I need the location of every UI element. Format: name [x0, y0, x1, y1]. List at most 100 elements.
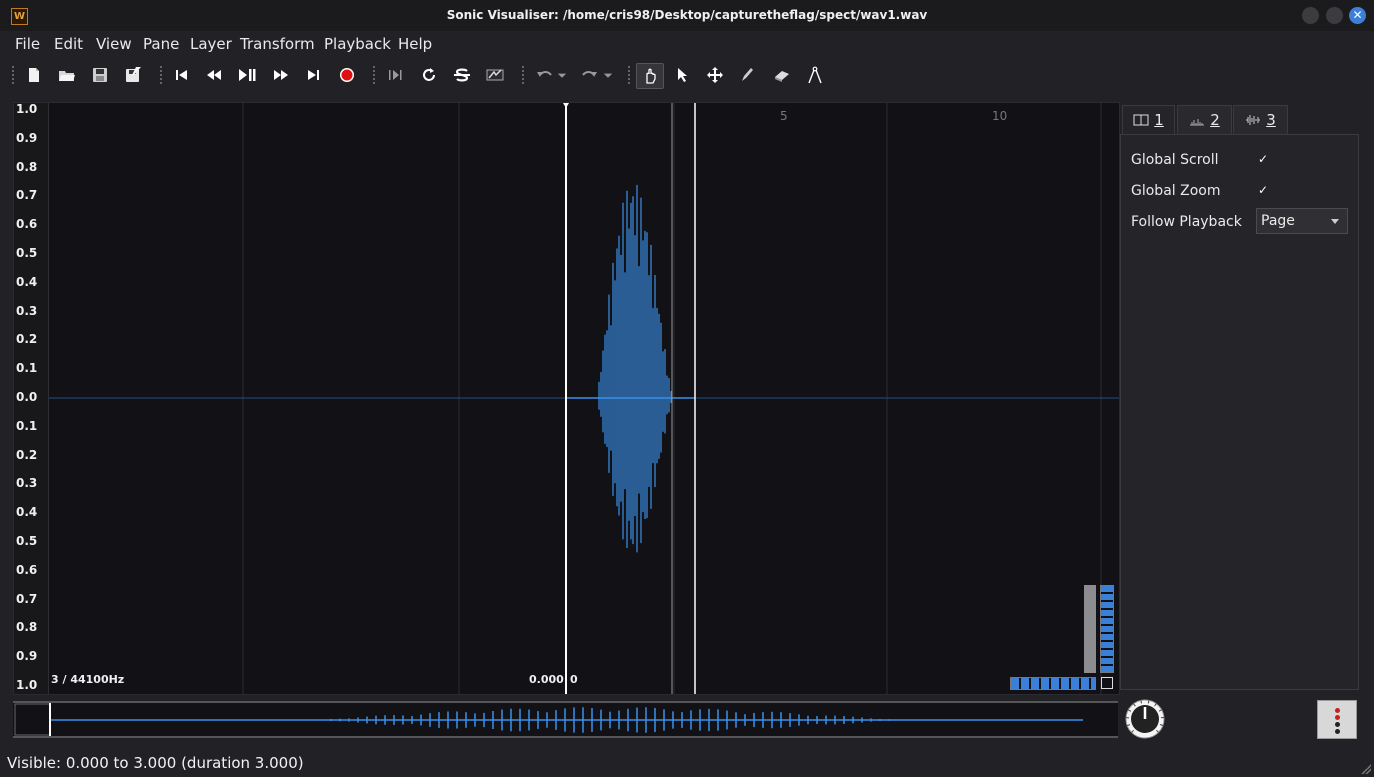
tab-spectrum[interactable]: 2 — [1177, 105, 1232, 134]
menu-help[interactable]: Help — [398, 35, 432, 53]
menu-edit[interactable]: Edit — [54, 35, 83, 53]
loop-icon[interactable] — [416, 63, 442, 87]
scale-label: 0.2 — [16, 447, 38, 462]
horizontal-zoom-wheel[interactable] — [1010, 677, 1096, 690]
toolbar-grip[interactable] — [521, 65, 525, 85]
tab-spectrum-label: 2 — [1210, 111, 1220, 129]
overview-view-box[interactable] — [14, 703, 51, 736]
tab-waveform[interactable]: 3 — [1233, 105, 1288, 134]
tab-pane[interactable]: 1 — [1122, 105, 1175, 134]
new-file-icon[interactable] — [21, 63, 47, 87]
menu-bar: File Edit View Pane Layer Transform Play… — [0, 31, 1374, 57]
constrain-playback-icon[interactable] — [383, 63, 409, 87]
position-label: 0.000 — [529, 673, 564, 686]
overview-pane[interactable] — [13, 701, 1118, 738]
scale-label: 0.6 — [16, 217, 38, 232]
level-meter — [1317, 700, 1357, 739]
pane-icon — [1133, 114, 1149, 126]
menu-transform[interactable]: Transform — [240, 35, 315, 53]
toolbar-grip[interactable] — [372, 65, 376, 85]
global-zoom-label: Global Zoom — [1131, 183, 1221, 199]
fast-forward-icon[interactable] — [268, 63, 294, 87]
draw-icon[interactable] — [735, 63, 761, 87]
tab-waveform-label: 3 — [1266, 111, 1276, 129]
menu-file[interactable]: File — [15, 35, 40, 53]
scale-label: 0.5 — [16, 246, 38, 260]
play-pause-icon[interactable] — [234, 63, 260, 87]
ruler-tick-5: 5 — [780, 109, 788, 123]
sample-rate-label: 3 / 44100Hz — [51, 673, 125, 686]
close-button[interactable]: ✕ — [1349, 7, 1366, 24]
measure-icon[interactable] — [802, 63, 828, 87]
menu-pane[interactable]: Pane — [143, 35, 179, 53]
waveform-canvas — [49, 103, 1119, 694]
frame-label: 0 — [570, 673, 578, 686]
ruler-tick-10: 10 — [992, 109, 1008, 123]
undo-icon[interactable] — [531, 63, 557, 87]
menu-view[interactable]: View — [96, 35, 132, 53]
property-panel: 1 2 3 Global Scroll ✓ Global Zoom ✓ Foll… — [1120, 102, 1360, 692]
rewind-icon[interactable] — [201, 63, 227, 87]
meter-dot — [1335, 729, 1340, 734]
amplitude-scale: 1.0 0.9 0.8 0.7 0.6 0.5 0.4 0.3 0.2 0.1 0.0 0.1 0.2 0… — [14, 102, 49, 694]
select-icon[interactable] — [669, 63, 695, 87]
toolbar — [0, 58, 1374, 92]
follow-playback-value: Page — [1261, 213, 1295, 229]
save-icon[interactable] — [87, 63, 113, 87]
zoom-reset-button[interactable] — [1101, 677, 1113, 689]
scale-label: 0.8 — [16, 159, 38, 174]
scale-label: 0.2 — [16, 332, 38, 347]
resize-grip[interactable] — [1361, 764, 1371, 774]
knob-tick — [1140, 700, 1143, 704]
scale-label: 0.9 — [16, 649, 38, 664]
speed-icon[interactable] — [482, 63, 508, 87]
fast-forward-end-icon[interactable] — [300, 63, 326, 87]
scale-label: 0.7 — [16, 188, 38, 203]
scale-label: 0.1 — [16, 361, 38, 376]
meter-dot — [1335, 715, 1340, 720]
title-bar: W Sonic Visualiser: /home/cris98/Desktop… — [0, 0, 1374, 32]
scale-label: 0.8 — [16, 620, 38, 635]
cursor-handle[interactable] — [563, 103, 569, 108]
minimize-button[interactable] — [1302, 7, 1319, 24]
redo-menu-icon[interactable] — [601, 63, 615, 87]
follow-playback-label: Follow Playback — [1131, 214, 1242, 230]
status-bar-text: Visible: 0.000 to 3.000 (duration 3.000) — [7, 754, 304, 772]
vertical-zoom-scrollbar[interactable] — [1084, 585, 1096, 673]
scale-label: 0.6 — [16, 562, 38, 577]
scale-label: 0.1 — [16, 418, 38, 433]
save-as-icon[interactable] — [120, 63, 146, 87]
menu-layer[interactable]: Layer — [190, 35, 232, 53]
global-scroll-checkbox[interactable]: ✓ — [1257, 153, 1269, 165]
solo-icon[interactable] — [449, 63, 475, 87]
scale-label: 0.3 — [16, 303, 38, 318]
playback-gain-knob[interactable] — [1124, 698, 1166, 740]
redo-icon[interactable] — [577, 63, 603, 87]
toolbar-grip[interactable] — [627, 65, 631, 85]
window-title: Sonic Visualiser: /home/cris98/Desktop/c… — [446, 8, 928, 22]
move-icon[interactable] — [702, 63, 728, 87]
maximize-button[interactable] — [1326, 7, 1343, 24]
undo-menu-icon[interactable] — [555, 63, 569, 87]
waveform-plot[interactable] — [49, 103, 1119, 694]
navigate-icon[interactable] — [636, 63, 664, 89]
toolbar-grip[interactable] — [11, 65, 15, 85]
record-icon[interactable] — [334, 63, 360, 87]
global-scroll-label: Global Scroll — [1131, 152, 1219, 168]
menu-playback[interactable]: Playback — [324, 35, 391, 53]
vertical-zoom-wheel[interactable] — [1100, 585, 1114, 673]
main-pane[interactable]: 1.0 0.9 0.8 0.7 0.6 0.5 0.4 0.3 0.2 0.1 0.0 0.1 0.2 0… — [13, 102, 1120, 695]
rewind-start-icon[interactable] — [169, 63, 195, 87]
scale-label: 0.4 — [16, 505, 38, 520]
erase-icon[interactable] — [769, 63, 795, 87]
overview-canvas — [14, 703, 1083, 736]
scale-label: 1.0 — [16, 678, 38, 692]
toolbar-grip[interactable] — [159, 65, 163, 85]
open-file-icon[interactable] — [54, 63, 80, 87]
meter-dot — [1335, 722, 1340, 727]
tab-pane-label: 1 — [1154, 111, 1164, 129]
scale-label: 0.9 — [16, 130, 38, 145]
scale-label: 1.0 — [16, 102, 38, 116]
global-zoom-checkbox[interactable]: ✓ — [1257, 184, 1269, 196]
follow-playback-select[interactable]: Page — [1256, 208, 1348, 234]
